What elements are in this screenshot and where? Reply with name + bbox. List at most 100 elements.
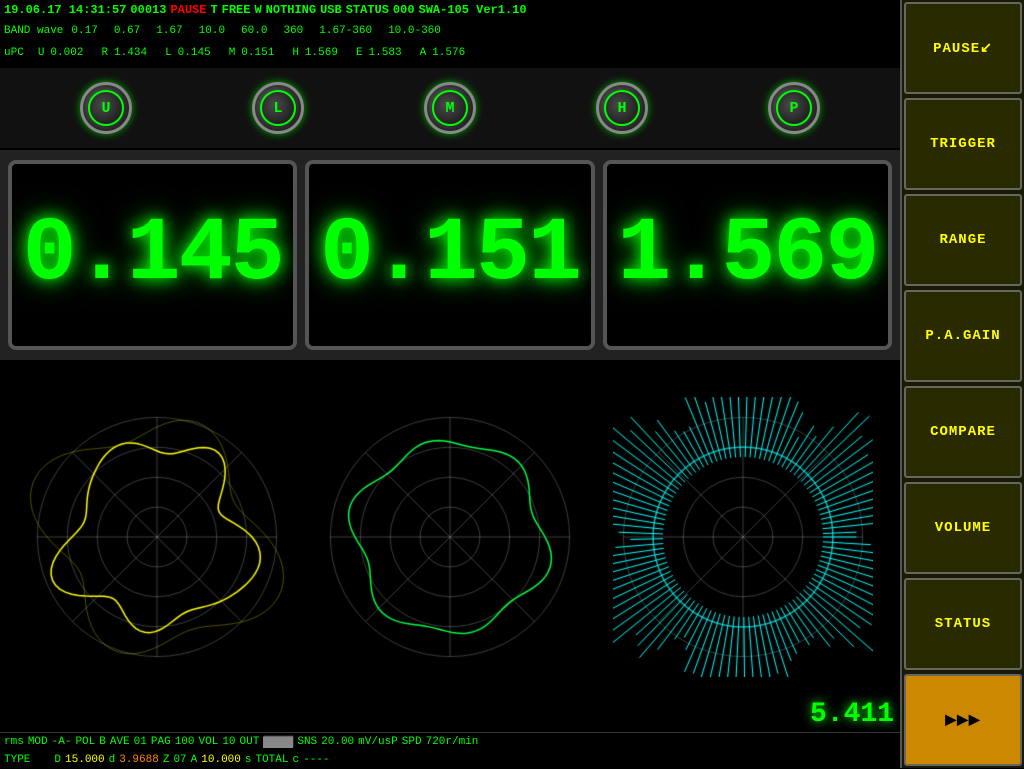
arrows-button[interactable]: ▶▶▶ [904,674,1022,766]
sns-val: 20.00 [321,736,354,748]
status-bar: 19.06.17 14:31:57 00013 PAUSE T FREE W N… [0,0,900,20]
status-button[interactable]: STATUS [904,578,1022,670]
band-v4: 10.0 [199,25,225,37]
trigger-button[interactable]: TRIGGER [904,98,1022,190]
out-label: OUT [240,736,260,748]
nothing-label: NOTHING [266,3,316,17]
upc-a-label: A [420,47,427,59]
knob-p-inner: P [776,90,812,126]
upc-a-val: 1.576 [432,47,465,59]
knob-h-container: H [596,82,648,134]
c-label: c [293,754,300,766]
pause-status: PAUSE [170,3,206,17]
band-v8: 10.0-360 [388,25,441,37]
status-label: STATUS [346,3,389,17]
spd-val: 720r/min [426,736,479,748]
range-button[interactable]: RANGE [904,194,1022,286]
device-id: 00013 [130,3,166,17]
band-label: BAND wave [4,25,63,37]
bottom-line1: rms MOD -A- POL B AVE 01 PAG 100 VOL 10 … [0,733,900,751]
c-val: ---- [303,754,329,766]
status-val: 000 [393,3,415,17]
pol-label: POL [75,736,95,748]
datetime: 19.06.17 14:31:57 [4,3,126,17]
pag-label: PAG [151,736,171,748]
a-val: 10.000 [201,754,241,766]
display-value-h: 1.569 [617,210,877,300]
band-v7: 1.67-360 [319,25,372,37]
upc-u-val: 0.002 [50,47,83,59]
d-unit: d [109,754,116,766]
knob-m-inner: M [432,90,468,126]
z-val: 07 [173,754,186,766]
radar-left [27,397,287,677]
knob-u[interactable]: U [80,82,132,134]
vol-label: VOL [199,736,219,748]
volume-button[interactable]: VOLUME [904,482,1022,574]
big-value: 5.411 [810,699,894,730]
compare-button[interactable]: COMPARE [904,386,1022,478]
upc-u-label: U [38,47,45,59]
band-v5: 60.0 [241,25,267,37]
knob-p[interactable]: P [768,82,820,134]
band-v2: 0.67 [114,25,140,37]
band-v3: 1.67 [156,25,182,37]
rms-label: rms [4,736,24,748]
upc-label: uPC [4,47,24,59]
upc-l-label: L [165,47,172,59]
spd-label: SPD [402,736,422,748]
pag-val: 100 [175,736,195,748]
w-label: W [254,3,261,17]
knob-h[interactable]: H [596,82,648,134]
knob-u-inner: U [88,90,124,126]
upc-r-val: 1.434 [114,47,147,59]
knob-l-container: L [252,82,304,134]
display-value-l: 0.145 [23,210,283,300]
d-label: D [54,754,61,766]
display-panel-l: 0.145 [8,160,297,350]
a-label: A [191,754,198,766]
upc-m-label: M [229,47,236,59]
knob-u-container: U [80,82,132,134]
knob-h-inner: H [604,90,640,126]
s-label: s [245,754,252,766]
radar-right [613,397,873,677]
band-row: BAND wave 0.17 0.67 1.67 10.0 60.0 360 1… [0,20,900,42]
bottom-bar: rms MOD -A- POL B AVE 01 PAG 100 VOL 10 … [0,732,900,768]
radar-center [320,397,580,677]
d-val: 15.000 [65,754,105,766]
version: SWA-105 Ver1.10 [419,3,527,17]
bottom-line2: TYPE D 15.000 d 3.9688 Z 07 A 10.000 s T… [0,751,900,769]
pa-gain-button[interactable]: P.A.GAIN [904,290,1022,382]
usb-label: USB [320,3,342,17]
right-panel: PAUSE↙ TRIGGER RANGE P.A.GAIN COMPARE VO… [900,0,1024,768]
knob-m-container: M [424,82,476,134]
upc-r-label: R [101,47,108,59]
upc-e-val: 1.583 [369,47,402,59]
ave-label: AVE [110,736,130,748]
out-box: ▓▓▓▓▓ [263,737,293,748]
upc-h-val: 1.569 [305,47,338,59]
d2-val: 3.9688 [119,754,159,766]
upc-h-label: H [292,47,299,59]
total-label: TOTAL [255,754,288,766]
knob-l-inner: L [260,90,296,126]
vol-val: 10 [222,736,235,748]
band-v1: 0.17 [71,25,97,37]
upc-l-val: 0.145 [178,47,211,59]
z-label: Z [163,754,170,766]
display-value-m: 0.151 [320,210,580,300]
knob-m[interactable]: M [424,82,476,134]
pause-button[interactable]: PAUSE↙ [904,2,1022,94]
knob-p-container: P [768,82,820,134]
free-label: FREE [222,3,251,17]
radar-section [0,362,900,712]
display-section: 0.145 0.151 1.569 [0,150,900,360]
mv-usp-label: mV/usP [358,736,398,748]
ave-val: 01 [134,736,147,748]
knob-l[interactable]: L [252,82,304,134]
sns-label: SNS [297,736,317,748]
mod-val: -A- [52,736,72,748]
upc-row: uPC U 0.002 R 1.434 L 0.145 M 0.151 H 1.… [0,42,900,64]
band-v6: 360 [283,25,303,37]
